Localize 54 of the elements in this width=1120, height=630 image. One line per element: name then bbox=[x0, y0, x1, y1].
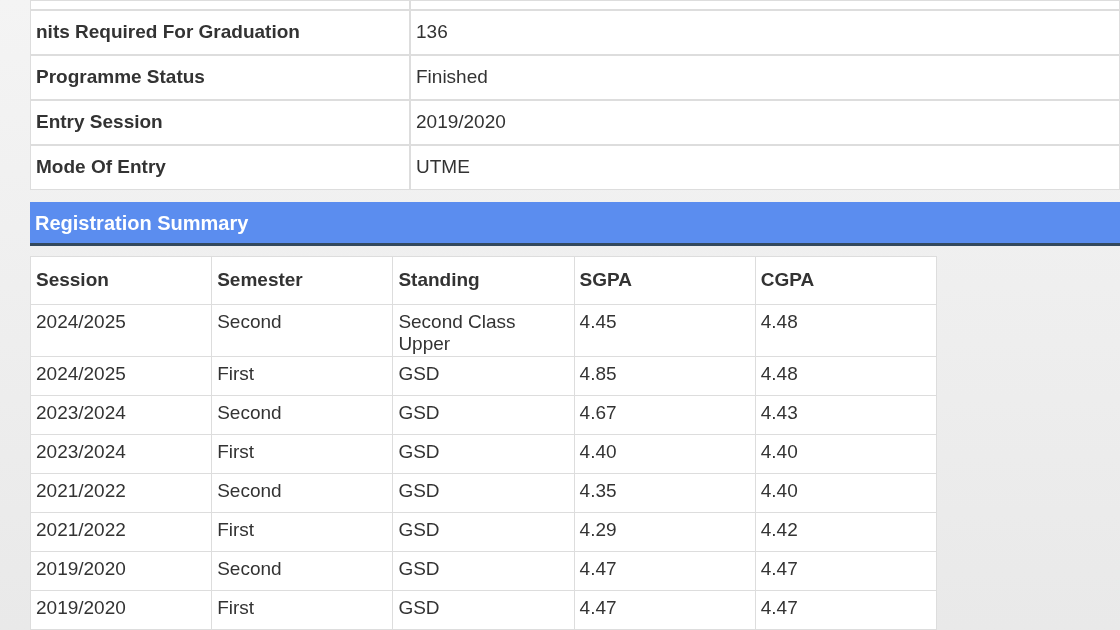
table-cell: 2021/2022 bbox=[30, 473, 212, 513]
table-cell: 4.48 bbox=[755, 356, 937, 396]
table-cell: 4.45 bbox=[574, 304, 756, 357]
column-header: Session bbox=[30, 256, 212, 305]
table-cell: 2024/2025 bbox=[30, 356, 212, 396]
field-label: Entry Session bbox=[36, 110, 163, 135]
table-cell: GSD bbox=[392, 551, 575, 591]
table-cell: 2019/2020 bbox=[30, 590, 212, 630]
table-cell: 4.48 bbox=[755, 304, 937, 357]
table-cell: First bbox=[211, 356, 393, 396]
table-cell: 4.47 bbox=[755, 551, 937, 591]
table-cell: GSD bbox=[392, 356, 575, 396]
table-cell: 4.47 bbox=[755, 590, 937, 630]
column-header: SGPA bbox=[574, 256, 756, 305]
table-cell: 4.43 bbox=[755, 395, 937, 435]
field-label: nits Required For Graduation bbox=[36, 20, 300, 45]
table-cell: 4.40 bbox=[755, 434, 937, 474]
table-cell: 4.40 bbox=[574, 434, 756, 474]
table-cell: Second bbox=[211, 304, 393, 357]
table-cell: 2023/2024 bbox=[30, 395, 212, 435]
field-value: 136 bbox=[416, 20, 448, 45]
table-cell: 2023/2024 bbox=[30, 434, 212, 474]
table-cell: 4.67 bbox=[574, 395, 756, 435]
table-cell: GSD bbox=[392, 395, 575, 435]
table-cell: 4.35 bbox=[574, 473, 756, 513]
table-cell: 4.42 bbox=[755, 512, 937, 552]
table-cell: Second bbox=[211, 473, 393, 513]
table-cell: GSD bbox=[392, 590, 575, 630]
table-cell: GSD bbox=[392, 473, 575, 513]
table-cell: 4.47 bbox=[574, 551, 756, 591]
table-cell: 2021/2022 bbox=[30, 512, 212, 552]
table-cell: Second Class Upper bbox=[392, 304, 575, 357]
table-cell: First bbox=[211, 590, 393, 630]
table-cell: GSD bbox=[392, 512, 575, 552]
field-value: UTME bbox=[416, 155, 470, 180]
column-header: CGPA bbox=[755, 256, 937, 305]
table-cell: Second bbox=[211, 551, 393, 591]
table-cell: First bbox=[211, 434, 393, 474]
column-header: Semester bbox=[211, 256, 393, 305]
section-header: Registration Summary bbox=[30, 202, 1120, 246]
table-cell: Second bbox=[211, 395, 393, 435]
table-cell: First bbox=[211, 512, 393, 552]
table-cell: GSD bbox=[392, 434, 575, 474]
table-cell: 4.29 bbox=[574, 512, 756, 552]
table-cell: 2019/2020 bbox=[30, 551, 212, 591]
field-value: Finished bbox=[416, 65, 488, 90]
field-label: Mode Of Entry bbox=[36, 155, 166, 180]
table-cell: 4.40 bbox=[755, 473, 937, 513]
field-value: 2019/2020 bbox=[416, 110, 506, 135]
table-cell: 2024/2025 bbox=[30, 304, 212, 357]
column-header: Standing bbox=[392, 256, 575, 305]
table-cell: 4.85 bbox=[574, 356, 756, 396]
table-cell: 4.47 bbox=[574, 590, 756, 630]
field-label: Programme Status bbox=[36, 65, 205, 90]
